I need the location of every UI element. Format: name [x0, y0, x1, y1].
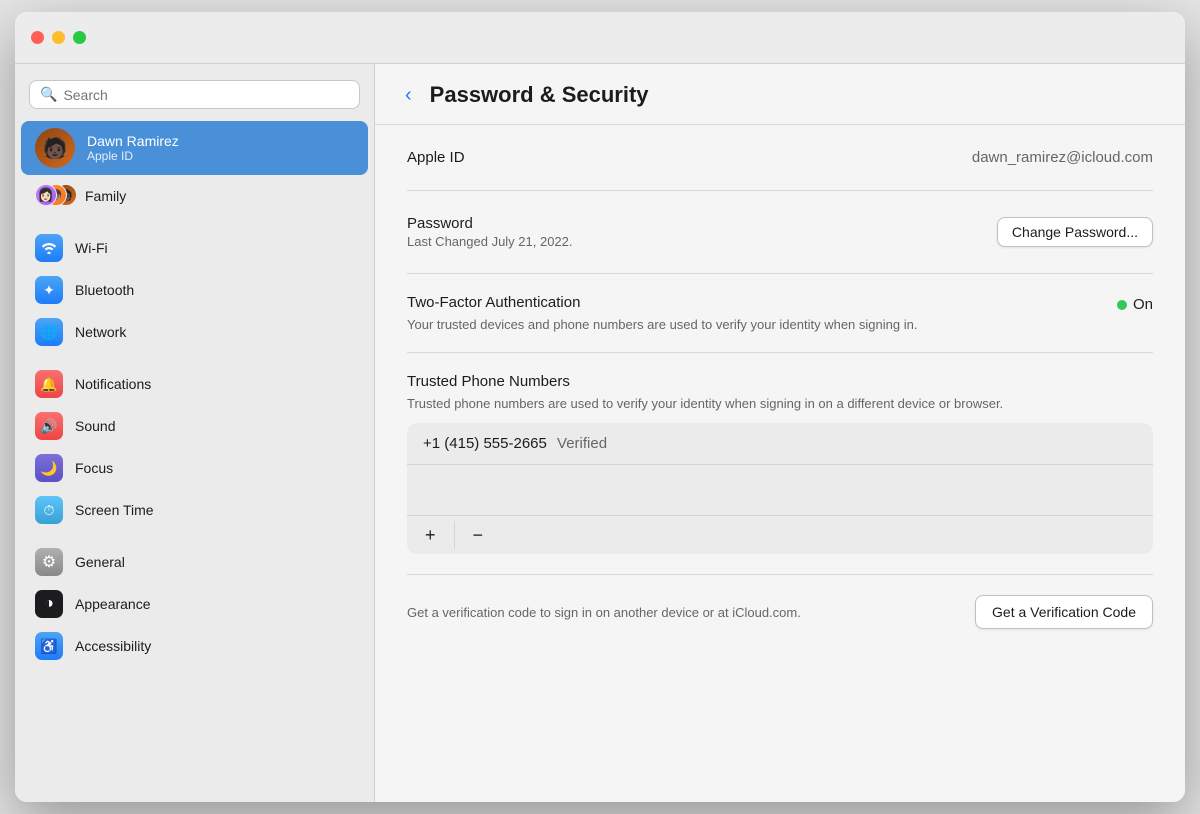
remove-phone-button[interactable]: −: [455, 516, 502, 554]
change-password-button[interactable]: Change Password...: [997, 217, 1153, 247]
sidebar-item-bluetooth[interactable]: ✦ Bluetooth: [21, 269, 368, 311]
page-title: Password & Security: [430, 82, 649, 108]
close-button[interactable]: [31, 31, 44, 44]
phone-empty-space: [407, 465, 1153, 515]
screentime-label: Screen Time: [75, 502, 154, 518]
sidebar-item-family[interactable]: 👩🏻 👦🏽 🧑🏿 Family: [21, 175, 368, 217]
sidebar-item-sound[interactable]: 🔊 Sound: [21, 405, 368, 447]
user-name: Dawn Ramirez: [87, 133, 179, 149]
appearance-icon: ◑: [35, 590, 63, 618]
verification-text: Get a verification code to sign in on an…: [407, 605, 955, 620]
sound-icon: 🔊: [35, 412, 63, 440]
search-box: 🔍: [29, 80, 360, 109]
user-info: Dawn Ramirez Apple ID: [87, 133, 179, 163]
phone-box: +1 (415) 555-2665 Verified + −: [407, 423, 1153, 554]
password-info: Password Last Changed July 21, 2022.: [407, 215, 573, 249]
notifications-label: Notifications: [75, 376, 151, 392]
get-verification-code-button[interactable]: Get a Verification Code: [975, 595, 1153, 629]
family-avatars: 👩🏻 👦🏽 🧑🏿: [35, 182, 73, 210]
sidebar-item-notifications[interactable]: 🔔 Notifications: [21, 363, 368, 405]
tfa-info: Two-Factor Authentication Your trusted d…: [407, 294, 1101, 332]
tfa-sub: Your trusted devices and phone numbers a…: [407, 317, 1101, 332]
tfa-section: Two-Factor Authentication Your trusted d…: [407, 274, 1153, 353]
apple-id-section: Apple ID dawn_ramirez@icloud.com: [407, 125, 1153, 191]
sidebar: 🔍 🧑🏿 Dawn Ramirez Apple ID 👩🏻 👦🏽: [15, 64, 375, 802]
sound-label: Sound: [75, 418, 115, 434]
trusted-phones-sub: Trusted phone numbers are used to verify…: [407, 396, 1153, 411]
tfa-status-dot: [1117, 300, 1127, 310]
add-phone-button[interactable]: +: [407, 516, 454, 554]
content-body: Apple ID dawn_ramirez@icloud.com Passwor…: [375, 125, 1185, 671]
app-window: 🔍 🧑🏿 Dawn Ramirez Apple ID 👩🏻 👦🏽: [15, 12, 1185, 802]
minimize-button[interactable]: [52, 31, 65, 44]
sidebar-item-accessibility[interactable]: ♿ Accessibility: [21, 625, 368, 667]
tfa-row: Two-Factor Authentication Your trusted d…: [407, 294, 1153, 332]
general-icon: ⚙: [35, 548, 63, 576]
tfa-label: Two-Factor Authentication: [407, 294, 1101, 311]
sidebar-item-wifi[interactable]: Wi-Fi: [21, 227, 368, 269]
trusted-phones-label: Trusted Phone Numbers: [407, 373, 1153, 390]
general-label: General: [75, 554, 125, 570]
maximize-button[interactable]: [73, 31, 86, 44]
apple-id-row: Apple ID dawn_ramirez@icloud.com: [407, 145, 1153, 170]
sidebar-item-appearance[interactable]: ◑ Appearance: [21, 583, 368, 625]
password-section: Password Last Changed July 21, 2022. Cha…: [407, 191, 1153, 274]
sidebar-item-apple-id[interactable]: 🧑🏿 Dawn Ramirez Apple ID: [21, 121, 368, 175]
sidebar-item-general[interactable]: ⚙ General: [21, 541, 368, 583]
phone-number: +1 (415) 555-2665: [423, 435, 547, 452]
appearance-label: Appearance: [75, 596, 151, 612]
search-input[interactable]: [63, 87, 349, 103]
bluetooth-label: Bluetooth: [75, 282, 134, 298]
search-icon: 🔍: [40, 86, 57, 103]
tfa-status: On: [1117, 296, 1153, 313]
main-layout: 🔍 🧑🏿 Dawn Ramirez Apple ID 👩🏻 👦🏽: [15, 64, 1185, 802]
accessibility-icon: ♿: [35, 632, 63, 660]
password-row: Password Last Changed July 21, 2022. Cha…: [407, 211, 1153, 253]
phone-actions: + −: [407, 515, 1153, 554]
content-header: ‹ Password & Security: [375, 64, 1185, 125]
traffic-lights: [31, 31, 86, 44]
sidebar-item-focus[interactable]: 🌙 Focus: [21, 447, 368, 489]
wifi-label: Wi-Fi: [75, 240, 108, 256]
back-button[interactable]: ‹: [399, 83, 418, 107]
network-label: Network: [75, 324, 126, 340]
family-label: Family: [85, 188, 126, 204]
phone-verified: Verified: [557, 435, 607, 452]
sidebar-item-screen-time[interactable]: ⏱ Screen Time: [21, 489, 368, 531]
tfa-status-label: On: [1133, 296, 1153, 313]
user-subtitle: Apple ID: [87, 149, 179, 163]
sidebar-divider-1: [15, 217, 374, 227]
password-sub: Last Changed July 21, 2022.: [407, 234, 573, 249]
password-label: Password: [407, 215, 573, 232]
trusted-phones-section: Trusted Phone Numbers Trusted phone numb…: [407, 353, 1153, 575]
title-bar: [15, 12, 1185, 64]
content-area: ‹ Password & Security Apple ID dawn_rami…: [375, 64, 1185, 802]
focus-label: Focus: [75, 460, 113, 476]
notifications-icon: 🔔: [35, 370, 63, 398]
phone-row: +1 (415) 555-2665 Verified: [407, 423, 1153, 465]
apple-id-label: Apple ID: [407, 149, 465, 166]
search-container: 🔍: [15, 76, 374, 121]
accessibility-label: Accessibility: [75, 638, 151, 654]
avatar: 🧑🏿: [35, 128, 75, 168]
sidebar-divider-2: [15, 353, 374, 363]
bluetooth-icon: ✦: [35, 276, 63, 304]
focus-icon: 🌙: [35, 454, 63, 482]
verification-section: Get a verification code to sign in on an…: [407, 575, 1153, 639]
screentime-icon: ⏱: [35, 496, 63, 524]
apple-id-value: dawn_ramirez@icloud.com: [972, 149, 1153, 166]
family-avatar-1: 👩🏻: [35, 184, 57, 206]
sidebar-divider-3: [15, 531, 374, 541]
wifi-icon: [35, 234, 63, 262]
network-icon: 🌐: [35, 318, 63, 346]
sidebar-item-network[interactable]: 🌐 Network: [21, 311, 368, 353]
